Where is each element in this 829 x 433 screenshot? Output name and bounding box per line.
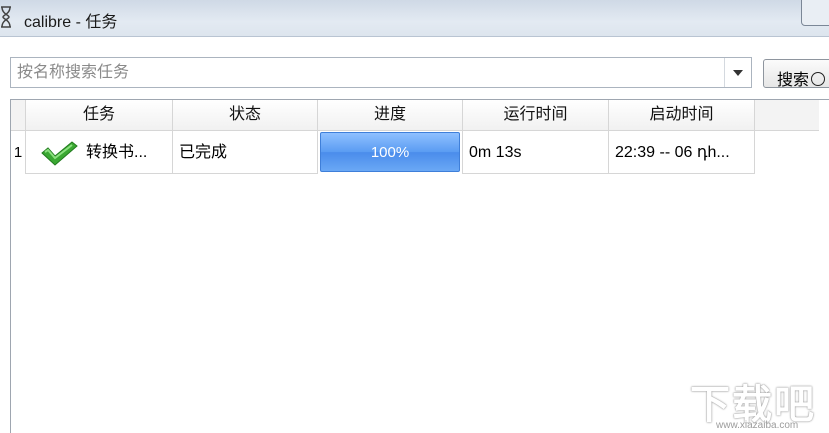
check-icon (41, 141, 78, 166)
watermark-logo: 下载吧 www.xiazaiba.com (690, 372, 829, 433)
column-header-runtime[interactable]: 运行时间 (463, 100, 609, 130)
task-cell[interactable]: 转换书... (26, 131, 173, 174)
hourglass-icon (1, 6, 11, 28)
watermark-url: www.xiazaiba.com (716, 420, 799, 431)
search-history-dropdown[interactable] (724, 58, 751, 87)
search-button[interactable]: 搜索 (763, 59, 829, 88)
window-title: calibre - 任务 (24, 14, 118, 31)
row-number: 1 (11, 131, 26, 174)
chevron-down-icon (733, 69, 743, 76)
column-header-status[interactable]: 状态 (173, 100, 318, 130)
search-button-label: 搜索 (777, 72, 810, 88)
progress-cell: 100% (318, 131, 463, 174)
status-cell: 已完成 (173, 131, 318, 174)
runtime-cell: 0m 13s (463, 131, 609, 174)
title-bar: calibre - 任务 (0, 0, 829, 37)
start-time-cell: 22:39 -- 06 դh... (609, 131, 755, 174)
column-header-progress[interactable]: 进度 (318, 100, 463, 130)
search-combobox[interactable] (10, 57, 752, 88)
progress-bar: 100% (320, 132, 460, 172)
task-name: 转换书... (86, 144, 148, 161)
clear-search-icon (811, 72, 826, 86)
column-header-start-time[interactable]: 启动时间 (609, 100, 755, 130)
table-header: 任务 状态 进度 运行时间 启动时间 (11, 100, 819, 131)
search-input[interactable] (11, 58, 727, 87)
close-button[interactable] (801, 0, 829, 26)
row-number-header (11, 100, 26, 130)
column-header-task[interactable]: 任务 (26, 100, 173, 130)
